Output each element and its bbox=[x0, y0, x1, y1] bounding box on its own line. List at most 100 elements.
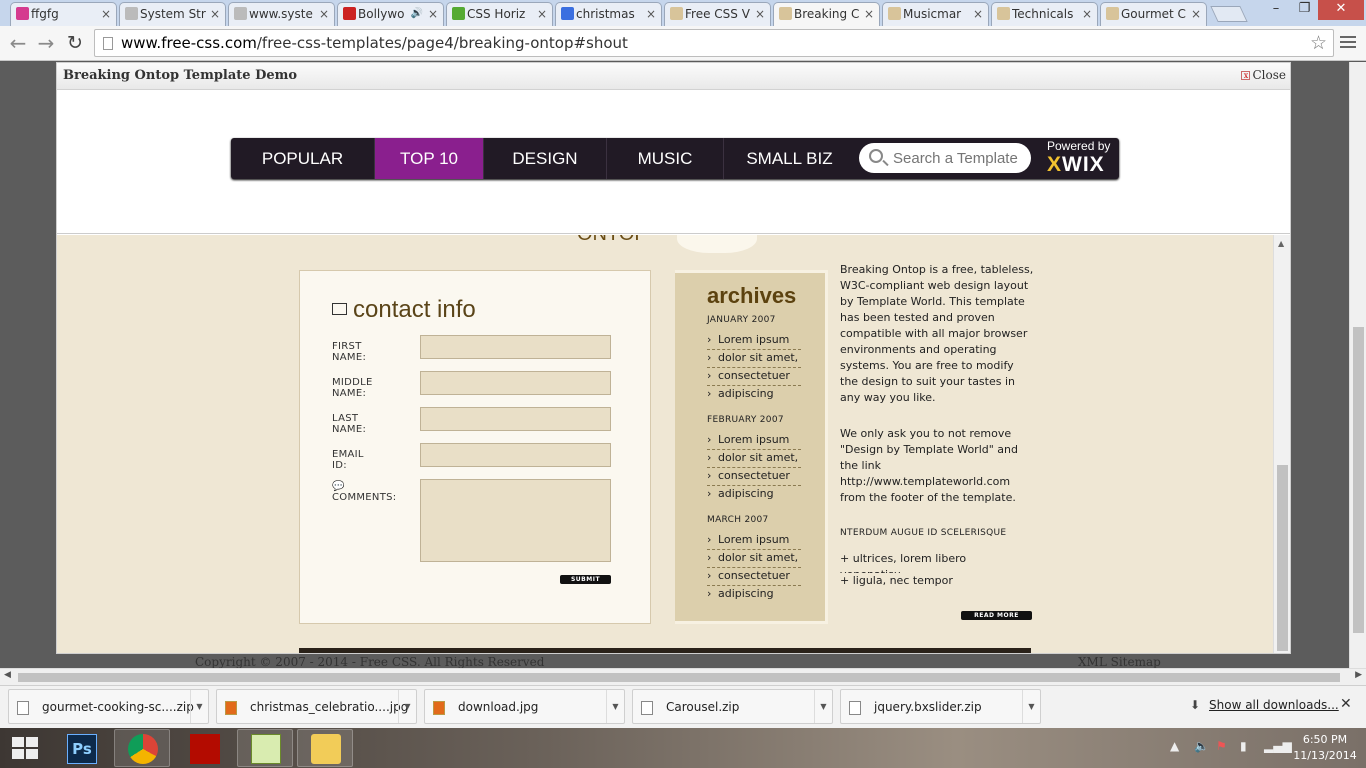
comments-textarea[interactable] bbox=[420, 479, 611, 562]
chrome-menu-icon[interactable] bbox=[1340, 34, 1356, 50]
nav-item-small-biz[interactable]: SMALL BIZ bbox=[724, 138, 855, 179]
forward-button[interactable]: → bbox=[33, 30, 59, 56]
tab-close-icon[interactable]: × bbox=[755, 3, 765, 25]
download-menu-arrow-icon[interactable]: ▼ bbox=[606, 690, 624, 723]
taskbar-photoshop[interactable]: Ps bbox=[53, 729, 109, 767]
scroll-left-arrow-icon[interactable]: ◀ bbox=[4, 670, 11, 680]
windows-start-button[interactable] bbox=[12, 737, 38, 759]
download-item[interactable]: gourmet-cooking-sc....zip ▼ bbox=[8, 689, 209, 724]
power-icon[interactable]: ▮ bbox=[1240, 739, 1247, 753]
search-icon bbox=[869, 149, 883, 163]
download-item[interactable]: Carousel.zip ▼ bbox=[632, 689, 833, 724]
tab-close-icon[interactable]: × bbox=[1082, 3, 1092, 25]
archive-link[interactable]: Lorem ipsum bbox=[707, 432, 801, 450]
last-name-input[interactable] bbox=[420, 407, 611, 431]
submit-button[interactable]: SUBMIT bbox=[560, 575, 611, 584]
download-menu-arrow-icon[interactable]: ▼ bbox=[814, 690, 832, 723]
archive-link[interactable]: consectetuer bbox=[707, 468, 801, 486]
browser-tab[interactable]: Gourmet C × bbox=[1100, 2, 1207, 26]
download-item[interactable]: jquery.bxslider.zip ▼ bbox=[840, 689, 1041, 724]
read-more-button[interactable]: READ MORE bbox=[961, 611, 1032, 620]
back-button[interactable]: ← bbox=[5, 30, 31, 56]
middle-name-input[interactable] bbox=[420, 371, 611, 395]
address-bar[interactable]: www.free-css.com/free-css-templates/page… bbox=[94, 29, 1334, 57]
footer-sitemap-link[interactable]: XML Sitemap bbox=[1078, 655, 1161, 668]
template-preview-frame: ONTOP contact info FIRST NAME: MIDDLE NA… bbox=[57, 235, 1290, 653]
taskbar-file-explorer[interactable] bbox=[297, 729, 353, 767]
tab-close-icon[interactable]: × bbox=[646, 3, 656, 25]
download-item[interactable]: download.jpg ▼ bbox=[424, 689, 625, 724]
action-center-icon[interactable]: ⚑ bbox=[1216, 739, 1227, 753]
browser-tab[interactable]: christmas × bbox=[555, 2, 662, 26]
tab-close-icon[interactable]: × bbox=[973, 3, 983, 25]
taskbar-notepad-plus[interactable] bbox=[237, 729, 293, 767]
archive-link[interactable]: adipiscing bbox=[707, 486, 801, 504]
browser-tab[interactable]: ffgfg × bbox=[10, 2, 117, 26]
show-all-downloads-link[interactable]: Show all downloads... bbox=[1209, 698, 1339, 712]
download-shelf-close-button[interactable]: ✕ bbox=[1340, 696, 1352, 712]
url-text[interactable]: www.free-css.com/free-css-templates/page… bbox=[121, 30, 628, 56]
download-menu-arrow-icon[interactable]: ▼ bbox=[1022, 690, 1040, 723]
download-item[interactable]: christmas_celebratio....jpg ▼ bbox=[216, 689, 417, 724]
browser-tab[interactable]: www.syste × bbox=[228, 2, 335, 26]
system-clock[interactable]: 6:50 PM 11/13/2014 bbox=[1290, 732, 1360, 764]
download-menu-arrow-icon[interactable]: ▼ bbox=[190, 690, 208, 723]
tab-close-icon[interactable]: × bbox=[537, 3, 547, 25]
browser-tab[interactable]: System Str × bbox=[119, 2, 226, 26]
archive-link[interactable]: consectetuer bbox=[707, 368, 801, 386]
page-scroll-thumb[interactable] bbox=[1353, 327, 1364, 633]
reload-button[interactable]: ↻ bbox=[62, 30, 88, 56]
tab-close-icon[interactable]: × bbox=[1191, 3, 1201, 25]
archive-link[interactable]: Lorem ipsum bbox=[707, 532, 801, 550]
powered-by-wix[interactable]: Powered by XWIX bbox=[1047, 140, 1110, 177]
archive-link[interactable]: Lorem ipsum bbox=[707, 332, 801, 350]
envelope-icon bbox=[332, 303, 347, 315]
tab-close-icon[interactable]: × bbox=[101, 3, 111, 25]
archive-link[interactable]: dolor sit amet, bbox=[707, 450, 801, 468]
first-name-input[interactable] bbox=[420, 335, 611, 359]
bookmark-star-icon[interactable]: ☆ bbox=[1310, 30, 1327, 56]
tray-expand-icon[interactable]: ▲ bbox=[1170, 739, 1179, 753]
browser-tab[interactable]: Free CSS V × bbox=[664, 2, 771, 26]
modal-header: Breaking Ontop Template Demo x Close bbox=[57, 63, 1290, 90]
browser-tab[interactable]: Musicmar × bbox=[882, 2, 989, 26]
volume-icon[interactable]: 🔈 bbox=[1194, 739, 1209, 753]
browser-tab[interactable]: CSS Horiz × bbox=[446, 2, 553, 26]
nav-item-design[interactable]: DESIGN bbox=[484, 138, 607, 179]
network-icon[interactable]: ▂▄▆ bbox=[1264, 739, 1292, 753]
browser-tab[interactable]: Breaking C × bbox=[773, 2, 880, 26]
tab-close-icon[interactable]: × bbox=[210, 3, 220, 25]
taskbar-chrome[interactable] bbox=[114, 729, 170, 767]
archive-link[interactable]: adipiscing bbox=[707, 586, 801, 604]
archive-link[interactable]: dolor sit amet, bbox=[707, 550, 801, 568]
taskbar-acrobat[interactable] bbox=[176, 729, 232, 767]
tab-close-icon[interactable]: × bbox=[319, 3, 329, 25]
tab-close-icon[interactable]: × bbox=[428, 3, 438, 25]
minimize-button[interactable]: – bbox=[1261, 0, 1291, 20]
template-search-box[interactable] bbox=[859, 143, 1031, 173]
browser-tab-label: Free CSS V bbox=[685, 7, 750, 21]
archive-link[interactable]: consectetuer bbox=[707, 568, 801, 586]
window-close-button[interactable]: ✕ bbox=[1318, 0, 1364, 20]
template-search-input[interactable] bbox=[893, 148, 1023, 168]
browser-tab[interactable]: Technicals × bbox=[991, 2, 1098, 26]
archive-link[interactable]: dolor sit amet, bbox=[707, 350, 801, 368]
maximize-button[interactable]: ❐ bbox=[1291, 0, 1318, 20]
modal-close-button[interactable]: x Close bbox=[1241, 68, 1286, 82]
page-horizontal-scrollbar[interactable]: ◀ ▶ bbox=[0, 668, 1366, 685]
nav-item-popular[interactable]: POPULAR bbox=[231, 138, 375, 179]
page-vertical-scrollbar[interactable] bbox=[1349, 62, 1366, 668]
nav-item-music[interactable]: MUSIC bbox=[607, 138, 724, 179]
scroll-up-arrow-icon[interactable]: ▲ bbox=[1278, 239, 1284, 248]
scroll-right-arrow-icon[interactable]: ▶ bbox=[1355, 670, 1362, 680]
frame-vertical-scrollbar[interactable]: ▲ bbox=[1273, 235, 1290, 653]
horizontal-scroll-thumb[interactable] bbox=[18, 673, 1340, 682]
email-input[interactable] bbox=[420, 443, 611, 467]
nav-item-top-10[interactable]: TOP 10 bbox=[375, 138, 484, 179]
archive-link[interactable]: adipiscing bbox=[707, 386, 801, 404]
download-menu-arrow-icon[interactable]: ▼ bbox=[398, 690, 416, 723]
browser-tab[interactable]: Bollywo 🔊 × bbox=[337, 2, 444, 26]
page-icon bbox=[103, 37, 113, 50]
frame-scroll-thumb[interactable] bbox=[1277, 465, 1288, 651]
tab-close-icon[interactable]: × bbox=[864, 3, 874, 25]
